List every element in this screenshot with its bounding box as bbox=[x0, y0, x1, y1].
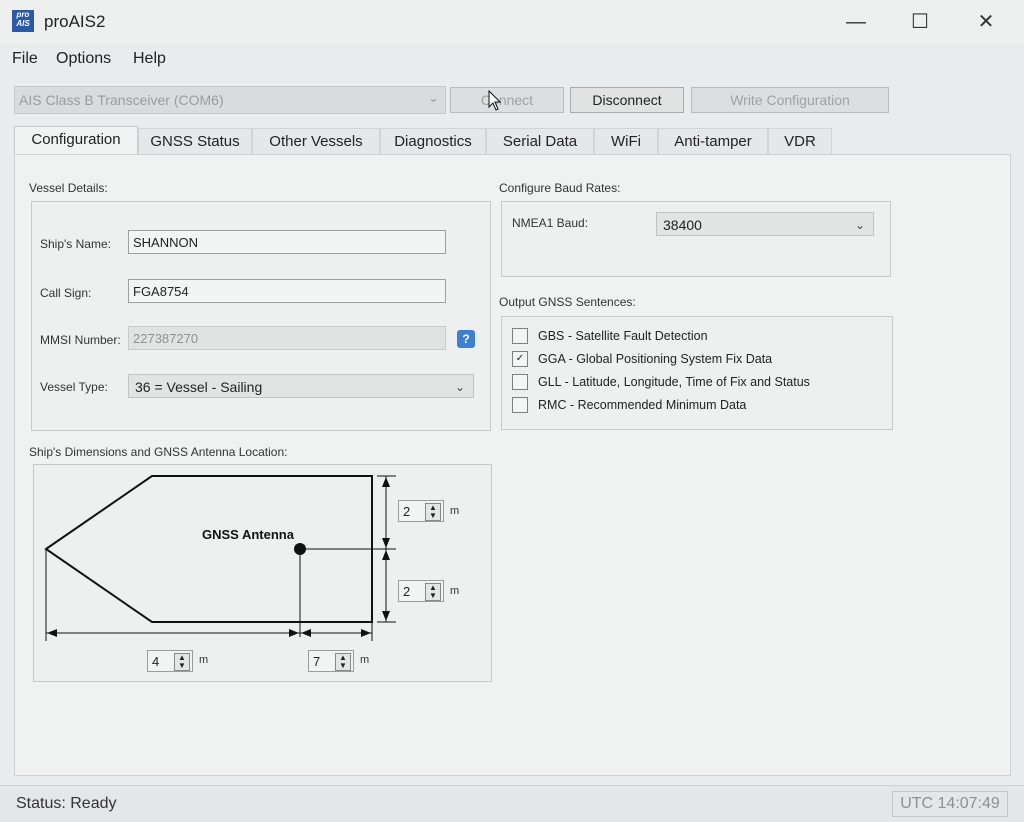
bottom-dimension-value: 2 bbox=[403, 584, 411, 599]
mouse-cursor-icon bbox=[488, 90, 502, 111]
nmea1-baud-select[interactable]: 38400 ⌄ bbox=[656, 212, 874, 236]
maximize-icon[interactable]: ☐ bbox=[900, 8, 940, 36]
antenna-label: GNSS Antenna bbox=[202, 527, 294, 542]
menu-options[interactable]: Options bbox=[56, 50, 111, 68]
call-sign-label: Call Sign: bbox=[40, 286, 92, 300]
rmc-checkbox[interactable] bbox=[512, 397, 528, 413]
nmea1-baud-value: 38400 bbox=[663, 217, 702, 233]
ship-name-label: Ship's Name: bbox=[40, 237, 111, 251]
bottom-dimension-stepper[interactable]: 2 ▲ ▼ bbox=[398, 580, 444, 602]
tab-vdr[interactable]: VDR bbox=[768, 128, 832, 155]
right-dimension-unit: m bbox=[360, 654, 370, 666]
top-dimension-value: 2 bbox=[403, 504, 411, 519]
gll-label: GLL - Latitude, Longitude, Time of Fix a… bbox=[538, 375, 810, 389]
device-select-value: AIS Class B Transceiver (COM6) bbox=[19, 92, 224, 108]
tab-serial-data[interactable]: Serial Data bbox=[486, 128, 594, 155]
top-dimension-stepper[interactable]: 2 ▲ ▼ bbox=[398, 500, 444, 522]
vessel-details-group: Ship's Name: SHANNON Call Sign: FGA8754 … bbox=[31, 201, 491, 431]
app-logo-icon: pro AIS bbox=[12, 10, 34, 32]
rmc-label: RMC - Recommended Minimum Data bbox=[538, 398, 747, 412]
tab-anti-tamper[interactable]: Anti-tamper bbox=[658, 128, 768, 155]
menu-file[interactable]: File bbox=[12, 50, 38, 68]
window-title: proAIS2 bbox=[44, 12, 106, 31]
bottom-dimension-unit: m bbox=[450, 585, 460, 597]
tab-strip: Configuration GNSS Status Other Vessels … bbox=[14, 126, 1009, 156]
gll-checkbox[interactable] bbox=[512, 374, 528, 390]
help-icon[interactable]: ? bbox=[457, 330, 475, 348]
chevron-down-icon: ⌄ bbox=[854, 218, 865, 232]
gnss-sentences-label: Output GNSS Sentences: bbox=[499, 295, 636, 309]
gbs-label: GBS - Satellite Fault Detection bbox=[538, 329, 708, 343]
left-dimension-unit: m bbox=[199, 654, 209, 666]
vessel-type-label: Vessel Type: bbox=[40, 380, 108, 394]
vessel-details-label: Vessel Details: bbox=[29, 181, 108, 195]
tab-other-vessels[interactable]: Other Vessels bbox=[252, 128, 380, 155]
call-sign-field[interactable]: FGA8754 bbox=[128, 279, 446, 303]
vessel-type-value: 36 = Vessel - Sailing bbox=[135, 379, 263, 395]
tab-wifi[interactable]: WiFi bbox=[594, 128, 658, 155]
tab-diagnostics[interactable]: Diagnostics bbox=[380, 128, 486, 155]
mmsi-label: MMSI Number: bbox=[40, 333, 121, 347]
vessel-type-select[interactable]: 36 = Vessel - Sailing ⌄ bbox=[128, 374, 474, 398]
gnss-sentences-group: GBS - Satellite Fault Detection ✓ GGA - … bbox=[501, 316, 893, 430]
menu-bar: File Options Help bbox=[0, 44, 1024, 74]
configuration-panel: Vessel Details: Ship's Name: SHANNON Cal… bbox=[14, 154, 1011, 776]
utc-clock: UTC 14:07:49 bbox=[892, 791, 1008, 817]
dimensions-group: GNSS Antenna 2 ▲ ▼ m 2 ▲ ▼ m 4 ▲ ▼ m 7 ▲ ▼ m bbox=[33, 464, 492, 682]
title-bar: pro AIS proAIS2 — ☐ ✕ bbox=[0, 0, 1024, 44]
ship-diagram bbox=[44, 475, 396, 641]
write-configuration-button[interactable]: Write Configuration bbox=[691, 87, 889, 113]
gga-label: GGA - Global Positioning System Fix Data bbox=[538, 352, 773, 366]
connect-button[interactable]: Connect bbox=[450, 87, 564, 113]
app-window: pro AIS proAIS2 — ☐ ✕ File Options Help … bbox=[0, 0, 1024, 822]
gbs-checkbox[interactable] bbox=[512, 328, 528, 344]
top-dimension-unit: m bbox=[450, 505, 460, 517]
spin-arrows-icon[interactable]: ▲ ▼ bbox=[335, 653, 351, 671]
right-dimension-value: 7 bbox=[313, 654, 321, 669]
tab-gnss-status[interactable]: GNSS Status bbox=[138, 128, 252, 155]
dimensions-label: Ship's Dimensions and GNSS Antenna Locat… bbox=[29, 445, 288, 459]
spin-arrows-icon[interactable]: ▲ ▼ bbox=[425, 503, 441, 521]
chevron-down-icon: ⌄ bbox=[428, 90, 439, 105]
spin-arrows-icon[interactable]: ▲ ▼ bbox=[425, 583, 441, 601]
antenna-dot bbox=[294, 543, 306, 555]
chevron-down-icon: ⌄ bbox=[454, 380, 465, 394]
right-dimension-stepper[interactable]: 7 ▲ ▼ bbox=[308, 650, 354, 672]
minimize-icon[interactable]: — bbox=[836, 8, 876, 36]
nmea1-baud-label: NMEA1 Baud: bbox=[512, 216, 589, 230]
tab-configuration[interactable]: Configuration bbox=[14, 126, 138, 156]
close-icon[interactable]: ✕ bbox=[966, 8, 1006, 36]
left-dimension-value: 4 bbox=[152, 654, 160, 669]
device-select[interactable]: AIS Class B Transceiver (COM6) ⌄ bbox=[14, 86, 446, 114]
mmsi-field[interactable]: 227387270 bbox=[128, 326, 446, 350]
spin-arrows-icon[interactable]: ▲ ▼ bbox=[174, 653, 190, 671]
gga-checkbox[interactable]: ✓ bbox=[512, 351, 528, 367]
baud-rates-label: Configure Baud Rates: bbox=[499, 181, 621, 195]
ship-name-field[interactable]: SHANNON bbox=[128, 230, 446, 254]
baud-rates-group: NMEA1 Baud: 38400 ⌄ bbox=[501, 201, 891, 277]
left-dimension-stepper[interactable]: 4 ▲ ▼ bbox=[147, 650, 193, 672]
status-text: Status: Ready bbox=[16, 795, 117, 812]
menu-help[interactable]: Help bbox=[133, 50, 166, 68]
status-bar: Status: Ready UTC 14:07:49 bbox=[0, 785, 1024, 822]
disconnect-button[interactable]: Disconnect bbox=[570, 87, 684, 113]
